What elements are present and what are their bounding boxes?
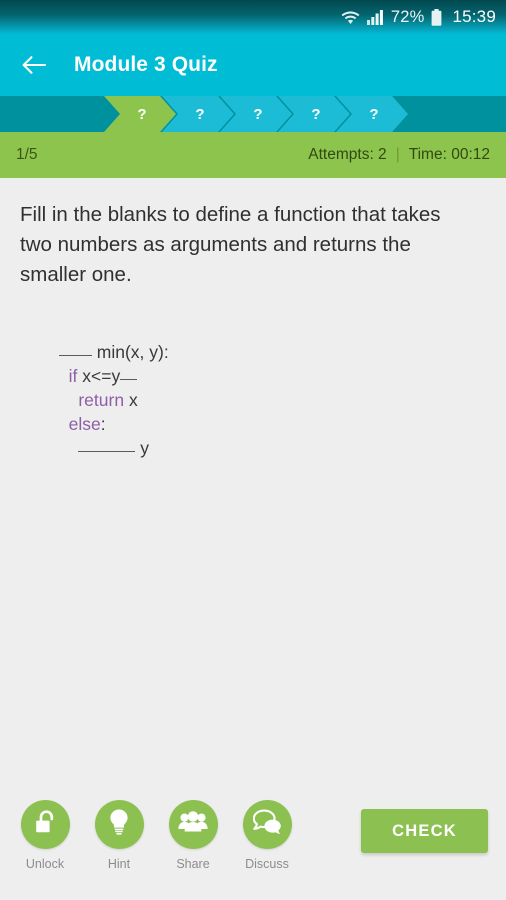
code-indent-2 [59, 366, 69, 386]
quiz-meta-bar: 1/5 Attempts: 2 | Time: 00:12 [0, 132, 506, 178]
hint-button-circle [94, 800, 144, 849]
status-bar: 72% 15:39 [0, 0, 506, 34]
share-label: Share [176, 857, 210, 871]
progress-step-label: ? [311, 105, 321, 123]
code-indent-4 [59, 414, 69, 434]
hint-button[interactable]: Hint [89, 800, 149, 871]
unlock-button[interactable]: Unlock [15, 800, 75, 871]
progress-step-label: ? [137, 105, 147, 123]
tool-buttons: Unlock Hint Share Discuss [15, 800, 297, 871]
progress-step-label: ? [253, 105, 263, 123]
hint-label: Hint [107, 857, 131, 871]
progress-step-1[interactable]: ? [104, 96, 176, 132]
app-bar: Module 3 Quiz [0, 34, 506, 96]
people-icon [178, 810, 208, 839]
code-indent-5 [59, 438, 78, 458]
back-arrow-icon[interactable] [18, 49, 50, 81]
code-keyword-return: return [78, 390, 125, 410]
code-block: min(x, y): if x<=y return x else: y [20, 316, 486, 458]
wifi-icon [341, 9, 360, 25]
lock-icon [33, 809, 58, 841]
attempts-label: Attempts: 2 [308, 146, 387, 163]
meta-separator: | [395, 146, 400, 163]
discuss-button-circle [242, 800, 292, 849]
code-text-5: y [135, 438, 149, 458]
timer-label: Time: 00:12 [408, 146, 490, 163]
share-button[interactable]: Share [163, 800, 223, 871]
speech-bubbles-icon [252, 809, 282, 840]
code-text-2: x<=y [77, 366, 121, 386]
code-indent-3 [59, 390, 78, 410]
unlock-button-circle [20, 800, 70, 849]
page-title: Module 3 Quiz [74, 53, 218, 76]
battery-percent-label: 72% [390, 7, 425, 26]
quiz-screen: 72% 15:39 Module 3 Quiz ? ? ? ? ? 1/5 At… [0, 0, 506, 900]
quiz-progress-steps: ? ? ? ? ? [0, 96, 506, 132]
discuss-button[interactable]: Discuss [237, 800, 297, 871]
question-content: Fill in the blanks to define a function … [0, 178, 506, 782]
question-prompt: Fill in the blanks to define a function … [20, 203, 441, 286]
progress-step-label: ? [369, 105, 379, 123]
lightbulb-icon [108, 808, 130, 841]
code-blank-1[interactable] [58, 355, 92, 356]
code-line-1: min(x, y): [20, 316, 486, 362]
clock-label: 15:39 [452, 7, 496, 26]
bottom-action-bar: Unlock Hint Share Discuss CHECK [0, 782, 506, 900]
share-button-circle [168, 800, 218, 849]
code-text-4: : [100, 414, 106, 434]
signal-bars-icon [366, 9, 384, 25]
check-button[interactable]: CHECK [361, 809, 488, 853]
progress-step-label: ? [195, 105, 205, 123]
code-text-1: min(x, y): [91, 342, 169, 362]
code-text-3: x [124, 390, 138, 410]
discuss-label: Discuss [245, 857, 289, 871]
code-blank-2[interactable] [120, 379, 138, 380]
battery-icon [431, 8, 442, 26]
code-keyword-else: else [68, 414, 101, 434]
unlock-label: Unlock [25, 857, 65, 871]
question-position-label: 1/5 [16, 146, 38, 163]
code-blank-3[interactable] [78, 451, 136, 452]
